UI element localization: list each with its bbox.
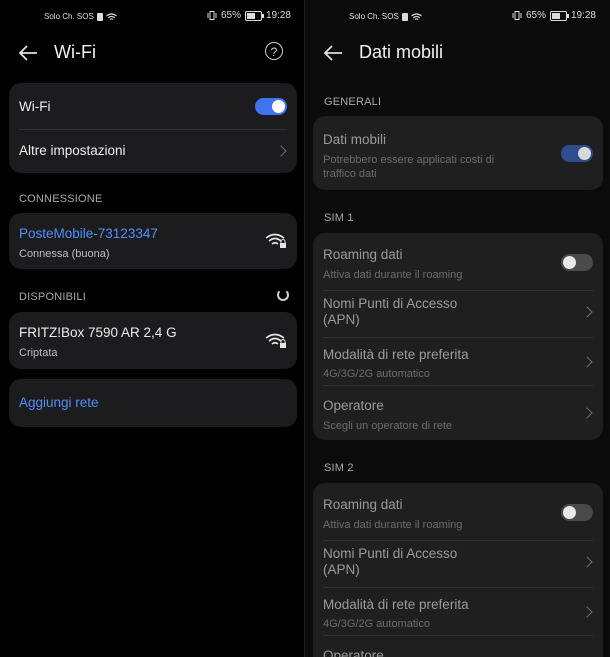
carrier-text: Solo Ch. SOS [44,12,94,21]
sim2-network-mode-row[interactable]: Modalità di rete preferita 4G/3G/2G auto… [313,587,603,635]
clock: 19:28 [570,10,596,21]
battery-percent: 65% [220,10,241,21]
mobile-data-toggle[interactable] [561,145,593,162]
refresh-icon[interactable] [277,289,289,301]
chevron-right-icon [275,145,287,157]
roaming-label: Roaming dati [323,247,403,262]
sim2-card: Roaming dati Attiva dati durante il roam… [313,483,603,657]
sim2-apn-row[interactable]: Nomi Punti di Accesso (APN) [313,540,603,587]
apn-label: Nomi Punti di Accesso (APN) [323,296,458,327]
network-mode-value: 4G/3G/2G automatico [323,368,430,380]
sim1-roaming-toggle[interactable] [561,254,593,271]
mobile-data-subtitle: Potrebbero essere applicati costi di tra… [323,154,495,180]
network-status: Criptata [19,347,58,359]
wifi-toggle[interactable] [255,98,287,115]
chevron-right-icon [581,356,593,368]
mobile-data-card: Dati mobili Potrebbero essere applicati … [313,116,603,190]
wifi-lock-icon [265,233,286,248]
operator-label: Operatore [323,398,384,413]
network-mode-label: Modalità di rete preferita [323,347,469,362]
back-arrow-icon[interactable] [323,44,343,62]
connected-network-name: PosteMobile-73123347 [19,226,158,241]
carrier-text: Solo Ch. SOS [349,12,399,21]
header: Dati mobili [305,40,610,66]
battery-icon [549,10,569,21]
vibrate-icon [512,11,522,20]
connected-network-card[interactable]: PosteMobile-73123347 Connessa (buona) [9,213,297,269]
network-mode-value: 4G/3G/2G automatico [323,618,430,630]
page-title: Dati mobili [359,42,444,62]
mobile-data-row[interactable]: Dati mobili Potrebbero essere applicati … [313,116,603,190]
wifi-toggle-label: Wi-Fi [19,99,51,114]
operator-subtitle: Scegli un operatore di rete [323,420,453,432]
roaming-label: Roaming dati [323,497,403,512]
wifi-screen: Solo Ch. SOS 65% 19:28 Wi-Fi ? Wi-Fi Alt… [0,0,305,657]
network-mode-label: Modalità di rete preferita [323,597,469,612]
back-arrow-icon[interactable] [18,44,38,62]
connected-network-status: Connessa (buona) [19,248,110,260]
sim1-network-mode-row[interactable]: Modalità di rete preferita 4G/3G/2G auto… [313,337,603,385]
add-network-row[interactable]: Aggiungi rete [9,379,297,427]
wifi-settings-card: Wi-Fi Altre impostazioni [9,83,297,173]
section-available: DISPONIBILI [19,291,86,303]
add-network-card[interactable]: Aggiungi rete [9,379,297,427]
network-list-item[interactable]: FRITZ!Box 7590 AR 2,4 G Criptata [9,312,297,369]
header: Wi-Fi ? [0,40,305,66]
network-name: FRITZ!Box 7590 AR 2,4 G [19,325,177,340]
page-title: Wi-Fi [54,42,96,62]
sim1-operator-row[interactable]: Operatore Scegli un operatore di rete [313,385,603,440]
section-connection: CONNESSIONE [19,193,103,205]
help-icon[interactable]: ? [265,42,283,60]
connected-network-row[interactable]: PosteMobile-73123347 Connessa (buona) [9,213,297,269]
sim1-roaming-row[interactable]: Roaming dati Attiva dati durante il roam… [313,233,603,290]
operator-label: Operatore [323,648,384,657]
apn-label: Nomi Punti di Accesso (APN) [323,546,458,577]
wifi-lock-icon [265,333,286,348]
sim2-roaming-row[interactable]: Roaming dati Attiva dati durante il roam… [313,483,603,540]
wifi-toggle-row[interactable]: Wi-Fi [9,83,297,129]
roaming-subtitle: Attiva dati durante il roaming [323,519,463,531]
battery-icon [244,10,264,21]
mobile-data-screen: Solo Ch. SOS 65% 19:28 Dati mobili GENER… [305,0,610,657]
chevron-right-icon [581,606,593,618]
vibrate-icon [207,11,217,20]
clock: 19:28 [265,10,291,21]
wifi-signal-icon [105,12,117,20]
section-sim2: SIM 2 [324,462,354,474]
chevron-right-icon [581,556,593,568]
available-networks-card: FRITZ!Box 7590 AR 2,4 G Criptata [9,312,297,369]
sos-icon [401,12,408,21]
roaming-subtitle: Attiva dati durante il roaming [323,269,463,281]
sim1-card: Roaming dati Attiva dati durante il roam… [313,233,603,440]
sim1-apn-row[interactable]: Nomi Punti di Accesso (APN) [313,290,603,337]
sim2-operator-row[interactable]: Operatore [313,635,603,657]
chevron-right-icon [581,407,593,419]
sim2-roaming-toggle[interactable] [561,504,593,521]
mobile-data-label: Dati mobili [323,132,387,147]
chevron-right-icon [581,306,593,318]
status-bar: Solo Ch. SOS 65% 19:28 [305,8,610,26]
battery-percent: 65% [525,10,546,21]
more-settings-row[interactable]: Altre impostazioni [9,129,297,173]
section-sim1: SIM 1 [324,212,354,224]
more-settings-label: Altre impostazioni [19,143,126,158]
sos-icon [96,12,103,21]
section-general: GENERALI [324,96,382,108]
add-network-button[interactable]: Aggiungi rete [19,395,99,410]
wifi-signal-icon [410,12,422,20]
status-bar: Solo Ch. SOS 65% 19:28 [0,8,305,26]
